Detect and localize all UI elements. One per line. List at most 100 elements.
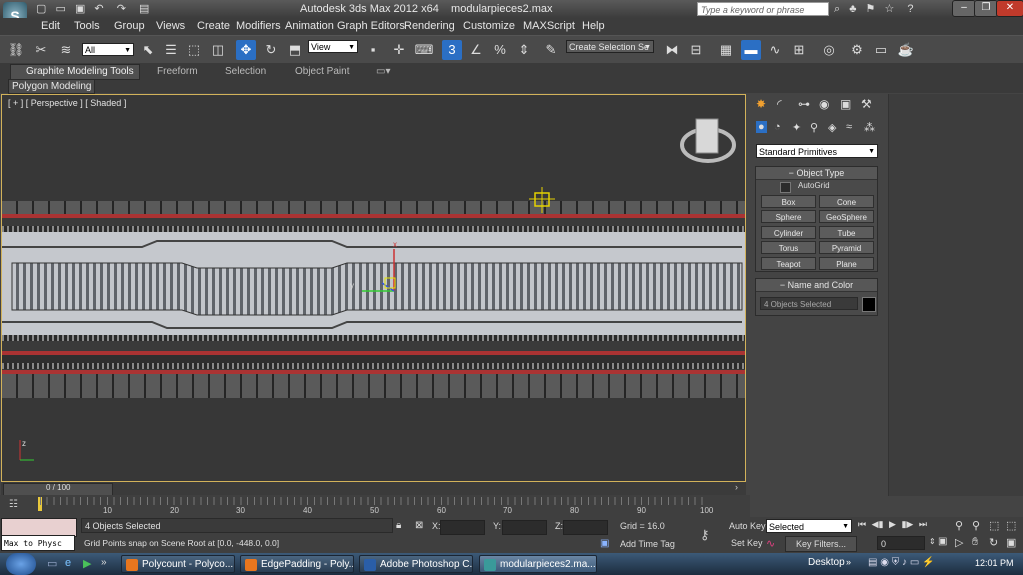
go-to-end-icon[interactable]: ⏭ xyxy=(919,519,927,529)
snaps-toggle-icon[interactable]: 3 xyxy=(442,40,462,60)
name-and-color-header[interactable]: − Name and Color xyxy=(756,279,877,292)
menu-tools[interactable]: Tools xyxy=(74,20,100,32)
favorites-icon[interactable]: ☆ xyxy=(884,3,894,15)
time-configuration-icon[interactable]: ▣ xyxy=(938,536,947,547)
y-coordinate-field[interactable] xyxy=(502,520,547,535)
frame-spinner-icon[interactable]: ⇕ xyxy=(929,537,936,546)
lights-icon[interactable]: ✦ xyxy=(792,121,801,134)
maximize-button[interactable]: ❐ xyxy=(974,0,998,17)
add-time-tag[interactable]: Add Time Tag xyxy=(620,539,675,549)
desktop-toolbar[interactable]: Desktop xyxy=(808,557,845,568)
communication-icon[interactable]: ⚑ xyxy=(866,3,876,15)
help-icon[interactable]: ? xyxy=(907,3,913,15)
x-coordinate-field[interactable] xyxy=(440,520,485,535)
select-object-icon[interactable]: ⬉ xyxy=(138,40,158,60)
field-of-view-icon[interactable]: ▷ xyxy=(955,536,963,549)
create-tab-icon[interactable]: ✸ xyxy=(756,97,766,111)
spinner-snap-icon[interactable]: ⇕ xyxy=(514,40,534,60)
tab-object-paint[interactable]: Object Paint xyxy=(295,66,349,77)
tube-button[interactable]: Tube xyxy=(819,226,874,239)
perspective-viewport[interactable]: [ + ] [ Perspective ] [ Shaded ] x y z xyxy=(1,94,746,482)
redo-icon[interactable]: ↷ xyxy=(117,3,126,15)
select-by-name-icon[interactable]: ☰ xyxy=(161,40,181,60)
geosphere-button[interactable]: GeoSphere xyxy=(819,210,874,223)
menu-modifiers[interactable]: Modifiers xyxy=(236,20,281,32)
bind-space-warp-icon[interactable]: ≋ xyxy=(56,40,76,60)
selection-filter-dropdown[interactable]: All xyxy=(82,43,134,57)
time-tag-icon[interactable]: ▣ xyxy=(600,538,609,549)
mirror-icon[interactable]: ⧓ xyxy=(662,40,682,60)
pyramid-button[interactable]: Pyramid xyxy=(819,241,874,254)
taskbar-item-edgepadding[interactable]: EdgePadding - Poly... xyxy=(240,555,354,573)
tray-network-icon[interactable]: ▤ xyxy=(868,557,877,568)
z-coordinate-field[interactable] xyxy=(563,520,608,535)
tray-display-icon[interactable]: ▭ xyxy=(910,557,919,568)
undo-icon[interactable]: ↶ xyxy=(94,3,103,15)
media-player-icon[interactable]: ▶ xyxy=(83,557,91,570)
start-button[interactable] xyxy=(6,553,36,575)
tray-power-icon[interactable]: ⚡ xyxy=(922,557,934,568)
zoom-extents-all-icon[interactable]: ⬚ xyxy=(1006,519,1016,532)
menu-views[interactable]: Views xyxy=(156,20,185,32)
motion-tab-icon[interactable]: ◉ xyxy=(819,97,829,111)
helpers-icon[interactable]: ◈ xyxy=(828,121,836,134)
new-file-icon[interactable]: ▢ xyxy=(36,3,46,15)
box-button[interactable]: Box xyxy=(761,195,816,208)
menu-animation[interactable]: Animation xyxy=(285,20,334,32)
hierarchy-tab-icon[interactable]: ⊶ xyxy=(798,97,810,111)
angle-snap-icon[interactable]: ∠ xyxy=(466,40,486,60)
render-production-icon[interactable]: ☕ xyxy=(896,40,916,60)
primitive-category-dropdown[interactable]: Standard Primitives xyxy=(756,144,878,159)
quicklaunch-overflow-icon[interactable]: » xyxy=(101,557,107,568)
search-icon[interactable]: ⌕ xyxy=(834,3,840,15)
set-key-mode-icon[interactable]: ⚷ xyxy=(700,527,710,543)
time-slider[interactable]: 0 / 100 › xyxy=(1,482,746,496)
selection-region-icon[interactable]: ⬚ xyxy=(184,40,204,60)
unlink-icon[interactable]: ✂ xyxy=(31,40,51,60)
current-frame-field[interactable]: 0 xyxy=(877,536,925,550)
menu-group[interactable]: Group xyxy=(114,20,145,32)
open-file-icon[interactable]: ▭ xyxy=(55,3,65,15)
key-tangent-icon[interactable]: ∿ xyxy=(766,537,775,550)
named-selection-sets-dropdown[interactable]: Create Selection Se xyxy=(566,40,654,54)
internet-explorer-icon[interactable]: e xyxy=(65,557,71,569)
zoom-extents-icon[interactable]: ⬚ xyxy=(989,519,999,532)
link-icon[interactable]: ⛓ xyxy=(6,40,26,60)
reference-coordinate-dropdown[interactable]: View xyxy=(308,40,358,54)
ribbon-options-icon[interactable]: ▭▾ xyxy=(376,66,390,77)
select-and-rotate-icon[interactable]: ↻ xyxy=(261,40,281,60)
torus-button[interactable]: Torus xyxy=(761,241,816,254)
plane-button[interactable]: Plane xyxy=(819,257,874,270)
zoom-all-icon[interactable]: ⚲ xyxy=(972,519,980,532)
taskbar-item-photoshop[interactable]: Adobe Photoshop C... xyxy=(359,555,473,573)
menu-create[interactable]: Create xyxy=(197,20,230,32)
percent-snap-icon[interactable]: % xyxy=(490,40,510,60)
taskbar-item-polycount[interactable]: Polycount - Polyco... xyxy=(121,555,235,573)
menu-graph-editors[interactable]: Graph Editors xyxy=(337,20,405,32)
set-key-button[interactable]: Set Key xyxy=(731,538,763,548)
project-folder-icon[interactable]: ▤ xyxy=(139,3,149,15)
menu-edit[interactable]: Edit xyxy=(41,20,60,32)
auto-key-button[interactable]: Auto Key xyxy=(729,521,766,531)
geometry-icon[interactable]: ● xyxy=(756,121,767,133)
ribbon-subtab-polygon-modeling[interactable]: Polygon Modeling xyxy=(8,79,95,94)
mini-curve-editor-icon[interactable]: ☷ xyxy=(9,499,18,510)
next-frame-icon[interactable]: ▮▶ xyxy=(901,519,913,529)
pan-view-icon[interactable]: ✋︎ xyxy=(972,536,978,549)
subscription-icon[interactable]: ♣ xyxy=(849,3,856,15)
tray-steam-icon[interactable]: ◉ xyxy=(880,557,889,568)
layer-manager-icon[interactable]: ▦ xyxy=(716,40,736,60)
menu-customize[interactable]: Customize xyxy=(463,20,515,32)
cylinder-button[interactable]: Cylinder xyxy=(761,226,816,239)
tab-graphite-modeling-tools[interactable]: Graphite Modeling Tools xyxy=(26,66,134,77)
menu-maxscript[interactable]: MAXScript xyxy=(523,20,575,32)
curve-editor-icon[interactable]: ∿ xyxy=(765,40,785,60)
toolbar-overflow-icon[interactable]: » xyxy=(846,557,851,567)
teapot-button[interactable]: Teapot xyxy=(761,257,816,270)
orbit-icon[interactable]: ↻ xyxy=(989,536,998,549)
display-tab-icon[interactable]: ▣ xyxy=(840,97,851,111)
select-and-move-icon[interactable]: ✥ xyxy=(236,40,256,60)
space-warps-icon[interactable]: ≈ xyxy=(846,121,852,133)
previous-frame-icon[interactable]: ◀▮ xyxy=(872,519,884,529)
minimize-button[interactable]: – xyxy=(952,0,976,17)
